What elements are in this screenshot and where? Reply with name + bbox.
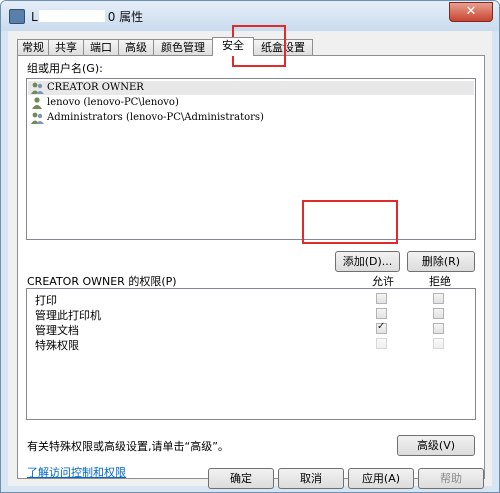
close-button[interactable]: ✕: [449, 2, 493, 22]
advanced-button[interactable]: 高级(V): [397, 435, 475, 456]
tab-sharing[interactable]: 共享: [48, 39, 84, 55]
allow-checkbox[interactable]: [376, 308, 387, 319]
permissions-label: CREATOR OWNER 的权限(P): [27, 275, 177, 288]
cancel-button[interactable]: 取消: [278, 468, 344, 489]
permission-row-print: 打印: [27, 291, 475, 307]
tab-color-management[interactable]: 颜色管理: [153, 39, 213, 55]
printer-icon: [9, 9, 25, 24]
tab-general[interactable]: 常规: [17, 39, 49, 55]
list-item-administrators[interactable]: Administrators (lenovo-PC\Administrators…: [31, 111, 264, 125]
deny-checkbox[interactable]: [433, 308, 444, 319]
tab-advanced[interactable]: 高级: [118, 39, 154, 55]
highlight-add-button: [302, 200, 398, 244]
allow-checkbox-disabled: [376, 338, 387, 349]
allow-header: 允许: [372, 275, 394, 288]
users-group-icon: [31, 112, 44, 124]
permissions-list: 打印 管理此打印机 管理文档 特殊权限: [26, 288, 476, 420]
close-icon: ✕: [465, 4, 477, 19]
remove-button[interactable]: 删除(R): [407, 251, 475, 272]
permission-row-special: 特殊权限: [27, 336, 475, 352]
help-button[interactable]: 帮助: [418, 468, 484, 489]
printer-properties-window: L0 属性 ✕ 常规 共享 端口 高级 颜色管理 安全 纸盒设置 组或用户名(G…: [0, 0, 500, 493]
deny-checkbox[interactable]: [433, 323, 444, 334]
tab-security[interactable]: 安全: [212, 37, 254, 56]
user-icon: [32, 96, 42, 109]
permission-name: 特殊权限: [35, 339, 79, 352]
deny-checkbox[interactable]: [433, 293, 444, 304]
permission-row-manage-documents: 管理文档: [27, 321, 475, 337]
list-item-creator-owner[interactable]: CREATOR OWNER: [28, 81, 474, 95]
redacted-title-area: [39, 10, 105, 22]
advanced-hint-text: 有关特殊权限或高级设置,请单击“高级”。: [27, 440, 229, 453]
users-group-icon: [31, 82, 44, 94]
learn-access-control-link[interactable]: 了解访问控制和权限: [27, 464, 126, 480]
allow-checkbox-checked[interactable]: [376, 321, 387, 334]
groups-users-label: 组或用户名(G):: [27, 62, 103, 75]
dialog-client-area: 常规 共享 端口 高级 颜色管理 安全 纸盒设置 组或用户名(G): CREAT…: [8, 31, 492, 489]
security-tab-panel: 组或用户名(G): CREATOR OWNER lenovo (lenovo-P…: [17, 55, 485, 479]
ok-button[interactable]: 确定: [208, 468, 274, 489]
permission-row-manage-printer: 管理此打印机: [27, 306, 475, 322]
tab-ports[interactable]: 端口: [83, 39, 119, 55]
add-button[interactable]: 添加(D)...: [335, 251, 400, 272]
list-item-lenovo[interactable]: lenovo (lenovo-PC\lenovo): [31, 96, 179, 110]
allow-checkbox[interactable]: [376, 293, 387, 304]
apply-button[interactable]: 应用(A): [348, 468, 414, 489]
deny-checkbox-disabled: [433, 338, 444, 349]
deny-header: 拒绝: [429, 275, 451, 288]
users-list[interactable]: CREATOR OWNER lenovo (lenovo-PC\lenovo) …: [26, 78, 476, 240]
